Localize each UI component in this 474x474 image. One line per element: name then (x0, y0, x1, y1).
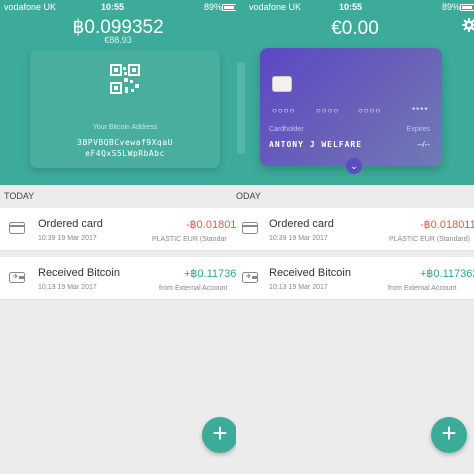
battery-percent: 89% (442, 2, 461, 12)
balance-amount: €0.00 (331, 18, 379, 39)
gear-icon[interactable] (462, 18, 474, 32)
plastic-card[interactable]: ○○○○ ○○○○ ○○○○ **** Cardholder Expires A… (260, 48, 442, 166)
transaction-description: PLASTIC EUR (Standard) (389, 236, 470, 243)
chip-icon (272, 76, 292, 92)
card-number-group-1: ○○○○ (272, 106, 296, 115)
transaction-amount: -฿0.01801 (186, 219, 236, 231)
transaction-row[interactable]: Received Bitcoin 10:13 19 Mar 2017 +฿0.1… (0, 257, 236, 300)
expiry-date: --/-- (417, 140, 430, 149)
battery-icon (222, 4, 236, 11)
cardholder-label: Cardholder (269, 126, 304, 133)
card-number-group-3: ○○○○ (358, 106, 382, 115)
bitcoin-address-line-1[interactable]: 3BPVBQBCvewaf9XqaU (30, 138, 220, 147)
screenshot-pair: vodafone UK 10:55 89% ฿0.099352 €88.93 Y… (0, 0, 474, 474)
card-icon (242, 222, 258, 234)
battery-percent: 89% (204, 2, 223, 12)
battery-icon (460, 4, 474, 11)
transaction-description: from External Account (388, 285, 457, 292)
wallet-in-icon (242, 272, 258, 283)
transaction-description: from External Account (159, 285, 228, 292)
previous-card-edge[interactable] (237, 62, 245, 154)
cardholder-name: ANTONY J WELFARE (269, 140, 363, 149)
transaction-amount: -฿0.018011 (420, 219, 474, 231)
add-button[interactable]: + (202, 417, 236, 453)
status-bar: vodafone UK 10:55 89% (0, 2, 236, 14)
carrier-label: vodafone UK (4, 2, 57, 12)
expires-label: Expires (406, 126, 430, 133)
address-label: Your Bitcoin Address (92, 124, 158, 131)
transaction-description: PLASTIC EUR (Standar (152, 236, 227, 243)
wallet-in-icon (9, 272, 25, 283)
status-time: 10:55 (101, 2, 125, 12)
qr-code-icon (110, 64, 140, 94)
transaction-title: Ordered card (269, 218, 334, 230)
header-hero: vodafone UK 10:55 89% €0.00 ○○○○ ○○○○ ○○… (236, 0, 474, 185)
transaction-date: 10:13 19 Mar 2017 (269, 284, 328, 291)
chevron-down-icon[interactable]: ⌄ (346, 158, 362, 174)
balance-fiat: €88.93 (104, 35, 132, 45)
bitcoin-wallet-screen: vodafone UK 10:55 89% ฿0.099352 €88.93 Y… (0, 0, 236, 474)
carrier-label: vodafone UK (249, 2, 302, 12)
transaction-title: Received Bitcoin (38, 267, 120, 279)
bitcoin-address-card[interactable]: Your Bitcoin Address 3BPVBQBCvewaf9XqaU … (30, 50, 220, 168)
transaction-amount: +฿0.117362 (184, 268, 236, 280)
card-number-last4: **** (412, 106, 429, 115)
transaction-row[interactable]: Received Bitcoin 10:13 19 Mar 2017 +฿0.1… (236, 257, 474, 300)
add-button[interactable]: + (431, 417, 467, 453)
bitcoin-address-line-2[interactable]: eF4QxS5LWpRbAbc (30, 149, 220, 158)
transaction-row[interactable]: Ordered card 10:39 19 Mar 2017 -฿0.01801… (236, 208, 474, 251)
card-icon (9, 222, 25, 234)
transaction-title: Received Bitcoin (269, 267, 351, 279)
transaction-date: 10:39 19 Mar 2017 (269, 235, 328, 242)
header-hero: vodafone UK 10:55 89% ฿0.099352 €88.93 Y… (0, 0, 236, 185)
card-number-group-2: ○○○○ (316, 106, 340, 115)
status-bar: vodafone UK 10:55 89% (236, 2, 474, 14)
transaction-row[interactable]: Ordered card 10:39 19 Mar 2017 -฿0.01801… (0, 208, 236, 251)
transaction-date: 10:39 19 Mar 2017 (38, 235, 97, 242)
eur-card-screen: vodafone UK 10:55 89% €0.00 ○○○○ ○○○○ ○○… (236, 0, 474, 474)
transaction-date: 10:13 19 Mar 2017 (38, 284, 97, 291)
status-time: 10:55 (339, 2, 363, 12)
section-today: TODAY (4, 191, 35, 201)
section-today: ODAY (236, 191, 261, 201)
transaction-title: Ordered card (38, 218, 103, 230)
transaction-amount: +฿0.117362 (420, 268, 474, 280)
